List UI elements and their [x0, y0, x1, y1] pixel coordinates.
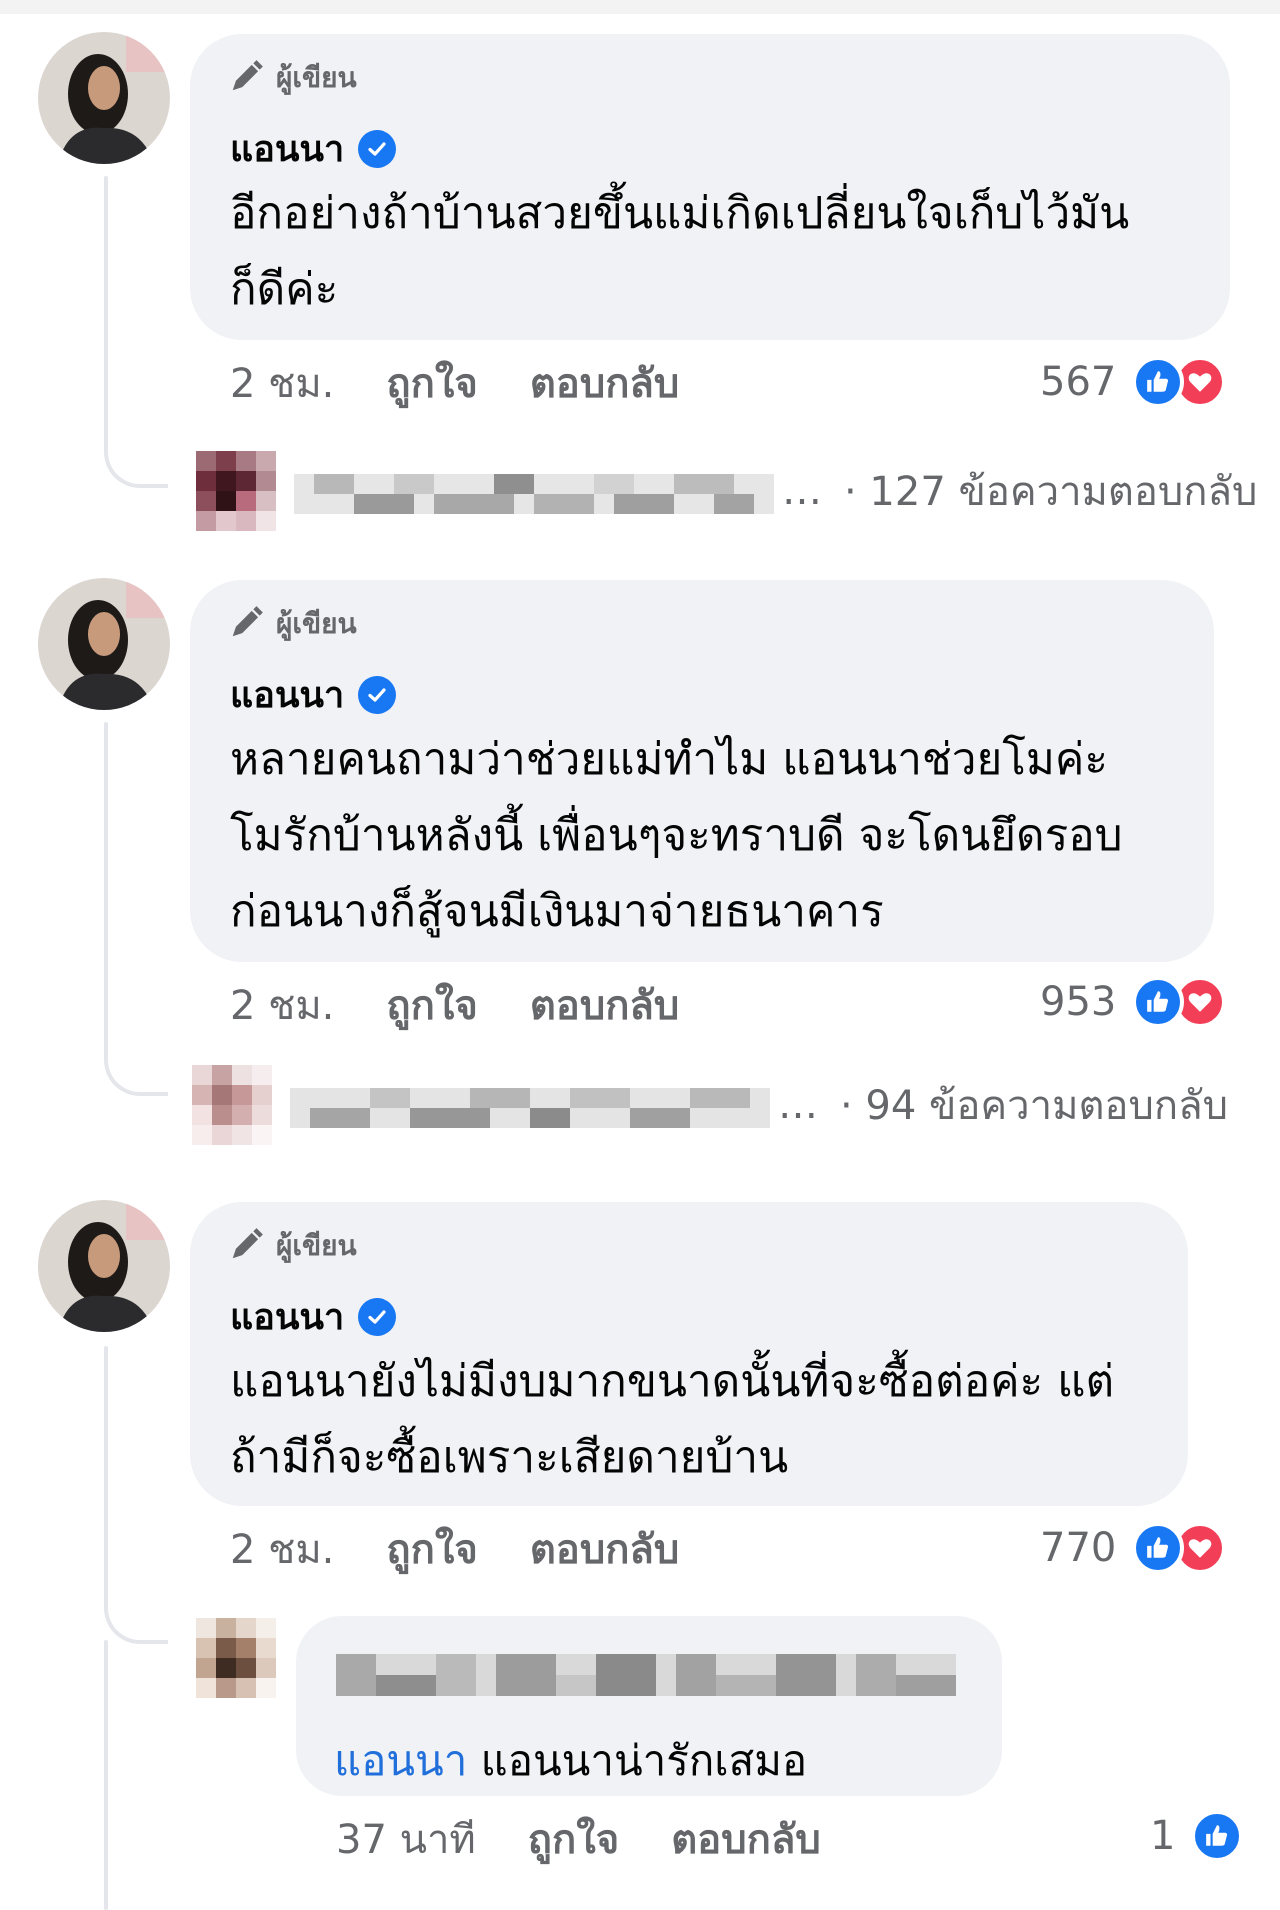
view-replies-link[interactable]: · 94 ข้อความตอบกลับ: [840, 1073, 1228, 1137]
author-label: ผู้เขียน: [276, 607, 357, 640]
author-label: ผู้เขียน: [276, 61, 357, 94]
top-edge: [0, 0, 1280, 14]
blurred-avatar: [196, 1618, 276, 1698]
reply-preview[interactable]: … · 94 ข้อความตอบกลับ: [192, 1065, 1228, 1145]
like-icon: [1191, 1810, 1244, 1862]
timestamp[interactable]: 2 ชม.: [230, 973, 334, 1037]
reply-button[interactable]: ตอบกลับ: [530, 973, 680, 1037]
verified-badge-icon: [358, 1297, 397, 1336]
like-button[interactable]: ถูกใจ: [528, 1807, 619, 1871]
author-badge: ผู้เขียน: [228, 58, 357, 98]
blurred-name: [290, 1088, 770, 1128]
view-replies-link[interactable]: · 127 ข้อความตอบกลับ: [844, 459, 1257, 523]
reply-text: แอนนา แอนนาน่ารักเสมอ: [334, 1728, 807, 1794]
comment-actions: 2 ชม. ถูกใจ ตอบกลับ: [230, 1524, 679, 1574]
avatar[interactable]: [38, 32, 170, 164]
verified-badge-icon: [358, 129, 397, 168]
blurred-name[interactable]: [336, 1654, 956, 1700]
reply-button[interactable]: ตอบกลับ: [671, 1807, 821, 1871]
reaction-summary[interactable]: 567: [1040, 354, 1227, 410]
reply-button[interactable]: ตอบกลับ: [530, 1517, 680, 1581]
reply-preview-ellipsis: …: [778, 1082, 818, 1128]
comment-text: อีกอย่างถ้าบ้านสวยขึ้นแม่เกิดเปลี่ยนใจเก…: [230, 176, 1129, 328]
thread-line: [104, 722, 108, 1062]
author-badge: ผู้เขียน: [228, 604, 357, 644]
commenter-name[interactable]: แอนนา: [230, 1288, 344, 1345]
thread-connector: [104, 1052, 168, 1096]
avatar[interactable]: [38, 1200, 170, 1332]
reaction-summary[interactable]: 953: [1040, 974, 1227, 1030]
comment-line: ถ้ามีก็จะซื้อเพราะเสียดายบ้าน: [230, 1432, 789, 1483]
thread-connector: [104, 444, 168, 488]
author-label: ผู้เขียน: [276, 1229, 357, 1262]
comment-actions: 2 ชม. ถูกใจ ตอบกลับ: [230, 980, 679, 1030]
commenter-name[interactable]: แอนนา: [230, 120, 344, 177]
reaction-count: 953: [1040, 979, 1117, 1025]
reply-preview[interactable]: … · 127 ข้อความตอบกลับ: [196, 451, 1257, 531]
thread-connector: [104, 1600, 168, 1644]
like-button[interactable]: ถูกใจ: [386, 1517, 477, 1581]
like-icon: [1132, 1522, 1185, 1574]
thread-line: [104, 1346, 108, 1612]
avatar[interactable]: [38, 578, 170, 710]
like-icon: [1132, 356, 1185, 408]
comment-bubble: ผู้เขียน แอนนา หลายคนถามว่าช่วยแม่ทำไม แ…: [190, 580, 1214, 962]
reply-button[interactable]: ตอบกลับ: [530, 351, 680, 415]
reaction-summary[interactable]: 770: [1040, 1520, 1227, 1576]
blurred-name: [294, 474, 774, 514]
comment-text: หลายคนถามว่าช่วยแม่ทำไม แอนนาช่วยโมค่ะ โ…: [230, 722, 1123, 950]
timestamp[interactable]: 2 ชม.: [230, 1517, 334, 1581]
comment-line: ก่อนนางก็สู้จนมีเงินมาจ่ายธนาคาร: [230, 886, 884, 937]
comment-line: หลายคนถามว่าช่วยแม่ทำไม แอนนาช่วยโมค่ะ: [230, 734, 1108, 785]
commenter-name[interactable]: แอนนา: [230, 666, 344, 723]
like-icon: [1132, 976, 1185, 1028]
blurred-avatar: [192, 1065, 272, 1145]
comment-line: แอนนายังไม่มีงบมากขนาดนั้นที่จะซื้อต่อค่…: [230, 1356, 1115, 1407]
thread-line: [104, 176, 108, 454]
reply-message: แอนนาน่ารักเสมอ: [480, 1736, 808, 1785]
comment-bubble: ผู้เขียน แอนนา แอนนายังไม่มีงบมากขนาดนั้…: [190, 1202, 1188, 1506]
reply-avatar[interactable]: [196, 1618, 276, 1698]
timestamp[interactable]: 2 ชม.: [230, 351, 334, 415]
reply-bubble: แอนนา แอนนาน่ารักเสมอ: [296, 1616, 1002, 1796]
comment-bubble: ผู้เขียน แอนนา อีกอย่างถ้าบ้านสวยขึ้นแม่…: [190, 34, 1230, 340]
reaction-count: 770: [1040, 1525, 1117, 1571]
reaction-count: 567: [1040, 359, 1117, 405]
comment-actions: 2 ชม. ถูกใจ ตอบกลับ: [230, 358, 679, 408]
blurred-avatar: [196, 451, 276, 531]
reply-actions: 37 นาที ถูกใจ ตอบกลับ: [336, 1814, 821, 1864]
verified-badge-icon: [358, 675, 397, 714]
pen-icon: [228, 603, 266, 645]
pen-icon: [228, 57, 266, 99]
reaction-summary[interactable]: 1: [1150, 1808, 1244, 1864]
author-badge: ผู้เขียน: [228, 1226, 357, 1266]
reaction-count: 1: [1150, 1813, 1176, 1859]
comment-line: โมรักบ้านหลังนี้ เพื่อนๆจะทราบดี จะโดนยึ…: [230, 810, 1123, 861]
mention-link[interactable]: แอนนา: [334, 1736, 467, 1785]
reply-preview-ellipsis: …: [782, 468, 822, 514]
comment-line: อีกอย่างถ้าบ้านสวยขึ้นแม่เกิดเปลี่ยนใจเก…: [230, 188, 1130, 239]
comment-text: แอนนายังไม่มีงบมากขนาดนั้นที่จะซื้อต่อค่…: [230, 1344, 1114, 1496]
pen-icon: [228, 1225, 266, 1267]
comment-line: ก็ดีค่ะ: [230, 264, 339, 315]
timestamp[interactable]: 37 นาที: [336, 1807, 476, 1871]
thread-line: [104, 1640, 108, 1910]
like-button[interactable]: ถูกใจ: [386, 973, 477, 1037]
like-button[interactable]: ถูกใจ: [386, 351, 477, 415]
